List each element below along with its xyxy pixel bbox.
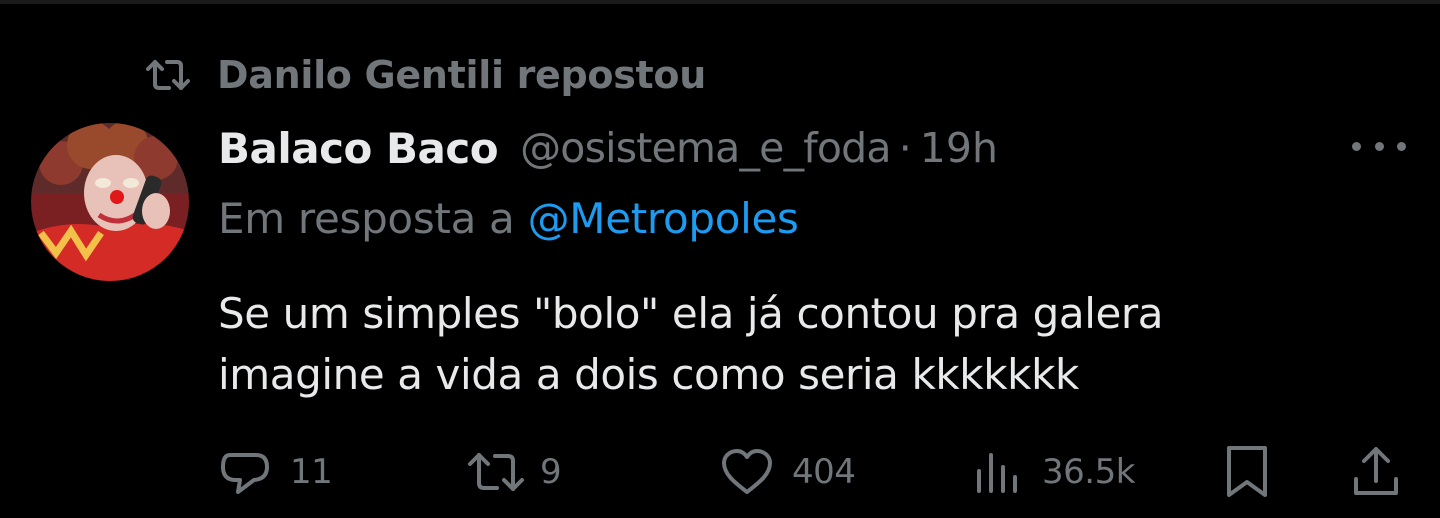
repost-label: Danilo Gentili repostou (217, 53, 706, 97)
tweet-text: Se um simples "bolo" ela já contou pra g… (218, 283, 1338, 405)
tweet-text-line: imagine a vida a dois como seria kkkkkkk (218, 350, 1079, 399)
views-icon (974, 449, 1020, 495)
views-button[interactable]: 36.5k (974, 440, 1135, 504)
timestamp[interactable]: 19h (920, 124, 998, 172)
reply-context: Em resposta a @Metropoles (218, 194, 799, 243)
reply-icon (218, 447, 272, 497)
more-dot (1352, 141, 1361, 151)
user-handle[interactable]: @osistema_e_foda (520, 124, 891, 172)
reply-to-link[interactable]: @Metropoles (528, 194, 799, 243)
bookmark-button[interactable] (1224, 440, 1270, 504)
action-bar: 11 9 404 36.5k (0, 440, 1440, 504)
views-count: 36.5k (1042, 452, 1135, 492)
repost-icon (466, 449, 526, 495)
repost-count: 9 (540, 452, 562, 492)
repost-button[interactable]: 9 (466, 440, 562, 504)
reply-count: 11 (290, 452, 333, 492)
repost-context[interactable]: Danilo Gentili repostou (145, 50, 706, 100)
like-count: 404 (792, 452, 856, 492)
more-dot (1374, 141, 1384, 151)
reply-button[interactable]: 11 (218, 440, 333, 504)
share-button[interactable] (1350, 440, 1402, 504)
tweet-header: Balaco Baco @osistema_e_foda · 19h (218, 118, 998, 178)
tweet-text-line: Se um simples "bolo" ela já contou pra g… (218, 289, 1164, 338)
avatar[interactable] (31, 123, 189, 281)
more-options-icon[interactable] (1352, 134, 1406, 158)
top-divider (0, 0, 1440, 4)
reply-prefix: Em resposta a (218, 194, 515, 243)
separator-dot: · (898, 124, 912, 172)
heart-icon (720, 448, 774, 496)
repost-icon (145, 58, 191, 92)
display-name[interactable]: Balaco Baco (218, 124, 499, 173)
bookmark-icon (1224, 444, 1270, 500)
share-icon (1350, 445, 1402, 499)
more-dot (1397, 141, 1406, 151)
like-button[interactable]: 404 (720, 440, 856, 504)
